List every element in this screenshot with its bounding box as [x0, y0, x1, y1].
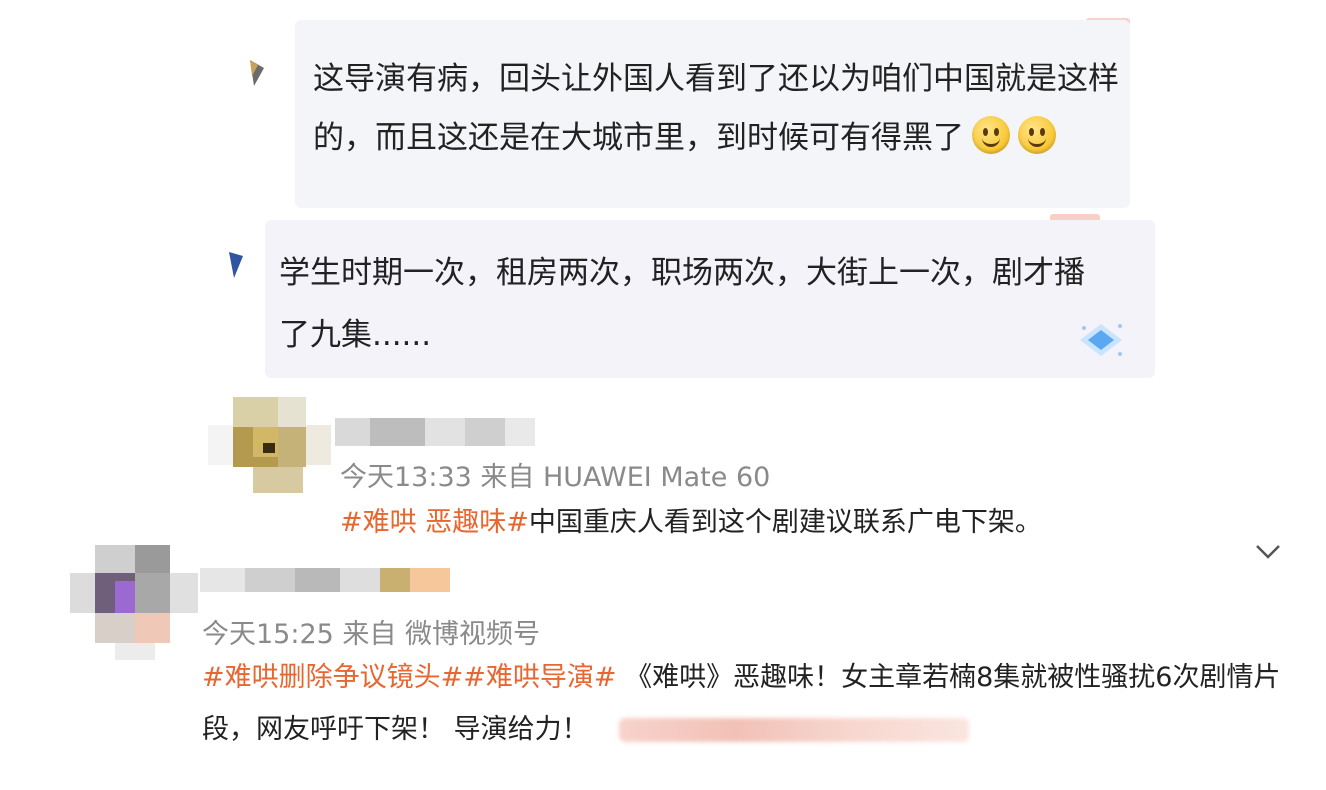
- diamond-badge-icon: [1080, 324, 1122, 356]
- quote2-text: 学生时期一次，租房两次，职场两次，大街上一次，剧才播了九集......: [279, 255, 1085, 353]
- username-blurred[interactable]: [335, 412, 535, 450]
- username-blurred[interactable]: [200, 565, 455, 595]
- quoted-comment-card: 学生时期一次，租房两次，职场两次，大街上一次，剧才播了九集......: [265, 220, 1155, 378]
- hashtag-link[interactable]: #难哄删除争议镜头##难哄导演#: [202, 662, 617, 693]
- quote-mark-icon: [229, 252, 243, 278]
- slight-smile-icon: [972, 116, 1010, 154]
- comment-meta: 今天15:25 来自 微博视频号: [202, 619, 540, 650]
- avatar[interactable]: [208, 385, 333, 495]
- chevron-down-icon[interactable]: [1254, 543, 1282, 561]
- comment-body: #难哄删除争议镜头##难哄导演# 《难哄》恶趣味！女主章若楠8集就被性骚扰6次剧…: [202, 652, 1292, 756]
- quoted-comment-text: 这导演有病，回头让外国人看到了还以为咱们中国就是这样的，而且这还是在大城市里，到…: [313, 50, 1123, 168]
- comment-meta: 今天13:33 来自 HUAWEI Mate 60: [340, 462, 771, 493]
- quoted-comment-card: 这导演有病，回头让外国人看到了还以为咱们中国就是这样的，而且这还是在大城市里，到…: [295, 20, 1130, 208]
- blurred-link[interactable]: [618, 718, 969, 742]
- avatar[interactable]: [70, 545, 200, 660]
- slight-smile-icon: [1018, 116, 1056, 154]
- hashtag-link[interactable]: #难哄 恶趣味#: [340, 507, 529, 538]
- comment-text: 中国重庆人看到这个剧建议联系广电下架。: [528, 507, 1042, 538]
- comment-body: #难哄 恶趣味#中国重庆人看到这个剧建议联系广电下架。: [340, 500, 1042, 539]
- quote-mark-icon: [250, 60, 264, 86]
